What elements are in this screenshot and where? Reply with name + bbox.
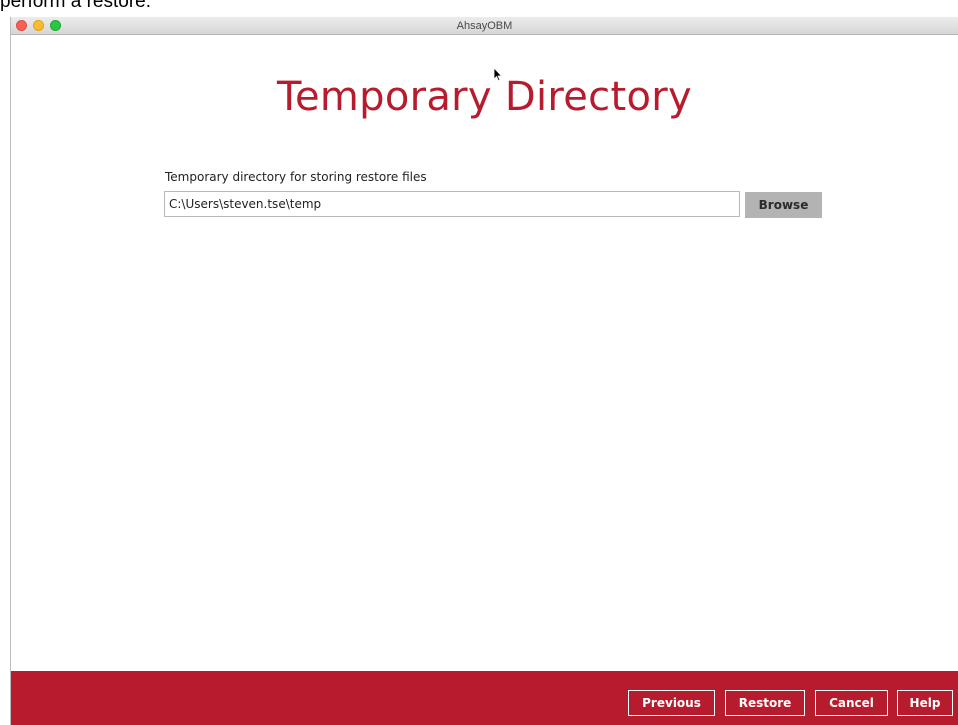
- restore-button[interactable]: Restore: [725, 690, 805, 716]
- previous-button[interactable]: Previous: [628, 690, 715, 716]
- document-text-fragment: perform a restore.: [0, 0, 151, 12]
- browse-button[interactable]: Browse: [745, 192, 822, 218]
- page-title: Temporary Directory: [277, 74, 692, 120]
- footer-bar: Previous Restore Cancel Help: [11, 671, 958, 725]
- arrow-cursor-icon: [493, 68, 503, 82]
- title-bar[interactable]: AhsayOBM: [11, 17, 958, 35]
- temp-directory-label: Temporary directory for storing restore …: [165, 170, 427, 184]
- app-window: AhsayOBM Temporary Directory Temporary d…: [10, 17, 958, 725]
- temp-directory-path-input[interactable]: [164, 191, 740, 217]
- window-title: AhsayOBM: [456, 20, 513, 32]
- cancel-button[interactable]: Cancel: [815, 690, 888, 716]
- help-button[interactable]: Help: [897, 690, 953, 716]
